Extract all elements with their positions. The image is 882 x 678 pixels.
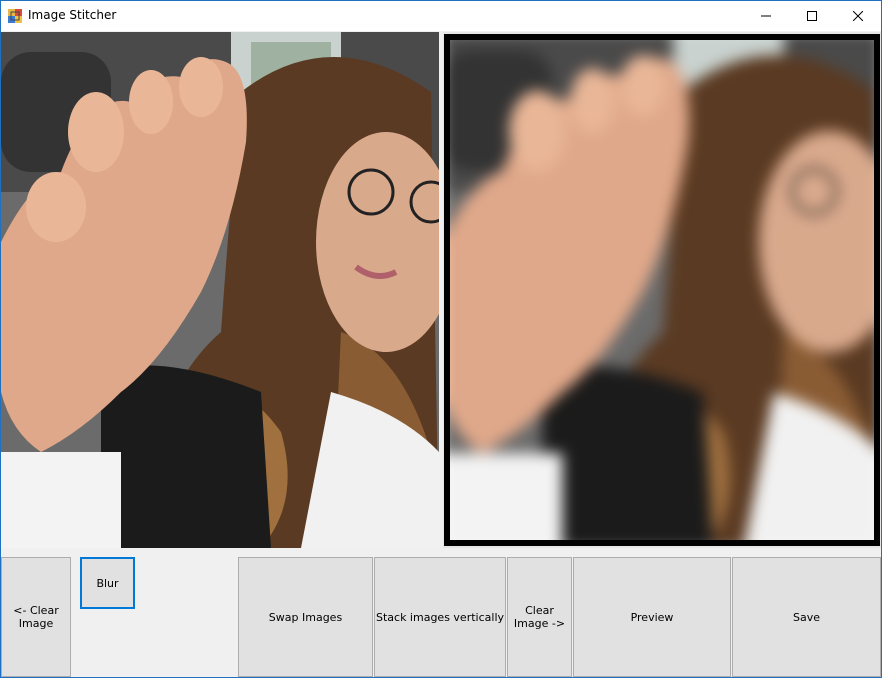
close-icon (853, 11, 863, 21)
save-label: Save (792, 610, 820, 624)
close-button[interactable] (835, 1, 881, 31)
maximize-button[interactable] (789, 1, 835, 31)
preview-button[interactable]: Preview (573, 557, 731, 677)
minimize-icon (761, 15, 771, 17)
app-window: Image Stitcher <- Clear Image Blur Swap … (0, 0, 882, 678)
left-image (1, 32, 439, 548)
right-image-frame (444, 34, 880, 546)
swap-images-button[interactable]: Swap Images (238, 557, 373, 677)
window-title: Image Stitcher (28, 8, 117, 22)
stack-vertically-label: Stack images vertically (375, 610, 505, 624)
maximize-icon (807, 11, 817, 21)
title-bar[interactable]: Image Stitcher (1, 1, 881, 31)
clear-left-image-button[interactable]: <- Clear Image (1, 557, 71, 677)
clear-right-image-button[interactable]: Clear Image -> (507, 557, 572, 677)
right-image (450, 40, 874, 540)
preview-label: Preview (630, 610, 674, 624)
save-button[interactable]: Save (732, 557, 881, 677)
blur-button[interactable]: Blur (80, 557, 135, 609)
stack-vertically-button[interactable]: Stack images vertically (374, 557, 506, 677)
left-image-panel[interactable] (1, 32, 439, 548)
minimize-button[interactable] (743, 1, 789, 31)
app-icon (8, 9, 22, 23)
blur-label: Blur (96, 576, 119, 590)
clear-right-image-label: Clear Image -> (513, 604, 566, 630)
swap-images-label: Swap Images (268, 610, 343, 624)
clear-left-image-label: <- Clear Image (13, 604, 59, 630)
right-image-panel[interactable] (443, 32, 881, 548)
